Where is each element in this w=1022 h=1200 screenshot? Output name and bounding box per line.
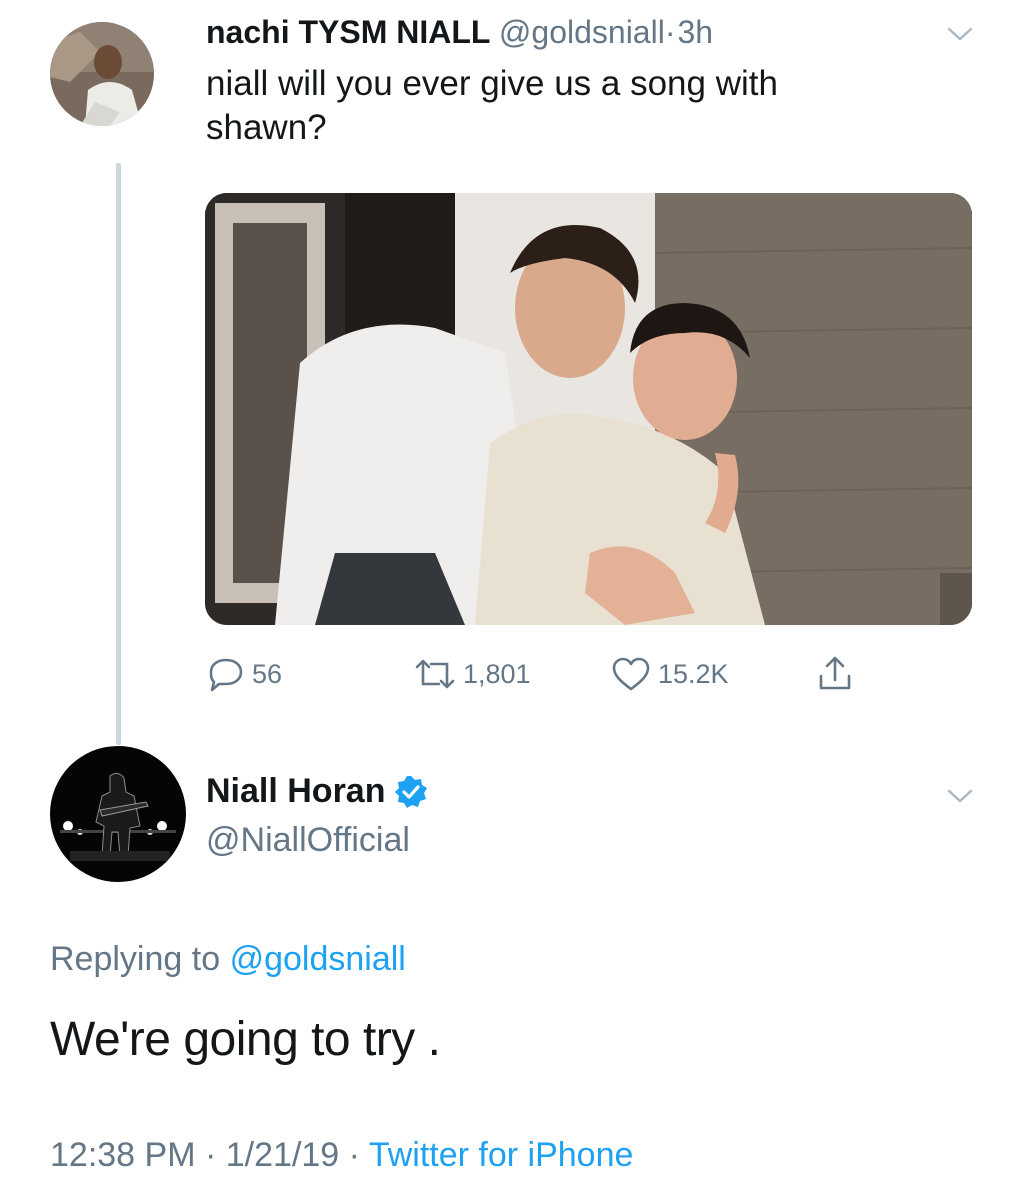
replying-to: Replying to @goldsniall [50, 940, 406, 979]
avatar-niallofficial[interactable] [50, 746, 186, 882]
photo-two-people [205, 193, 972, 625]
avatar-goldsniall[interactable] [50, 22, 154, 126]
retweet-count: 1,801 [463, 658, 531, 689]
display-name[interactable]: Niall Horan [206, 772, 385, 811]
thread-connector-line [116, 163, 121, 745]
reply-tweet-header: Niall Horan [206, 772, 429, 811]
tweet-meta: 12:38 PM · 1/21/19 · Twitter for iPhone [50, 1136, 633, 1175]
tweet-time[interactable]: 12:38 PM [50, 1136, 196, 1174]
like-icon [612, 657, 650, 691]
share-icon [819, 656, 851, 690]
original-tweet-text: niall will you ever give us a song with … [206, 62, 778, 150]
retweet-icon [415, 659, 455, 689]
user-handle[interactable]: @goldsniall [499, 14, 665, 50]
retweet-action[interactable]: 1,801 [413, 654, 531, 694]
tweet-text-line-2: shawn? [206, 108, 327, 147]
tweet-photo[interactable] [205, 193, 972, 625]
chevron-down-icon[interactable] [947, 788, 973, 804]
avatar-photo [50, 22, 154, 126]
reply-action[interactable]: 56 [206, 654, 282, 694]
like-count: 15.2K [658, 658, 729, 689]
verified-badge-icon [395, 775, 428, 808]
header-separator: · [664, 14, 676, 50]
replying-to-label: Replying to [50, 940, 221, 978]
reply-count: 56 [252, 658, 283, 689]
meta-separator: · [204, 1136, 217, 1174]
meta-separator: · [348, 1136, 360, 1174]
reply-tweet-text: We're going to try . [50, 1013, 441, 1066]
user-handle[interactable]: @NiallOfficial [206, 821, 410, 860]
replying-to-handle-link[interactable]: @goldsniall [230, 940, 406, 978]
tweet-text-line-1: niall will you ever give us a song with [206, 64, 778, 103]
avatar-photo [50, 746, 186, 882]
reply-icon [209, 658, 243, 692]
share-action[interactable] [815, 654, 861, 694]
like-action[interactable]: 15.2K [610, 654, 729, 694]
display-name[interactable]: nachi TYSM NIALL [206, 14, 490, 50]
tweet-date[interactable]: 1/21/19 [226, 1136, 339, 1174]
chevron-down-icon[interactable] [947, 26, 973, 42]
tweet-source-link[interactable]: Twitter for iPhone [369, 1136, 634, 1174]
tweet-time[interactable]: 3h [677, 14, 713, 50]
original-tweet-header: nachi TYSM NIALL @goldsniall·3h [206, 14, 713, 51]
